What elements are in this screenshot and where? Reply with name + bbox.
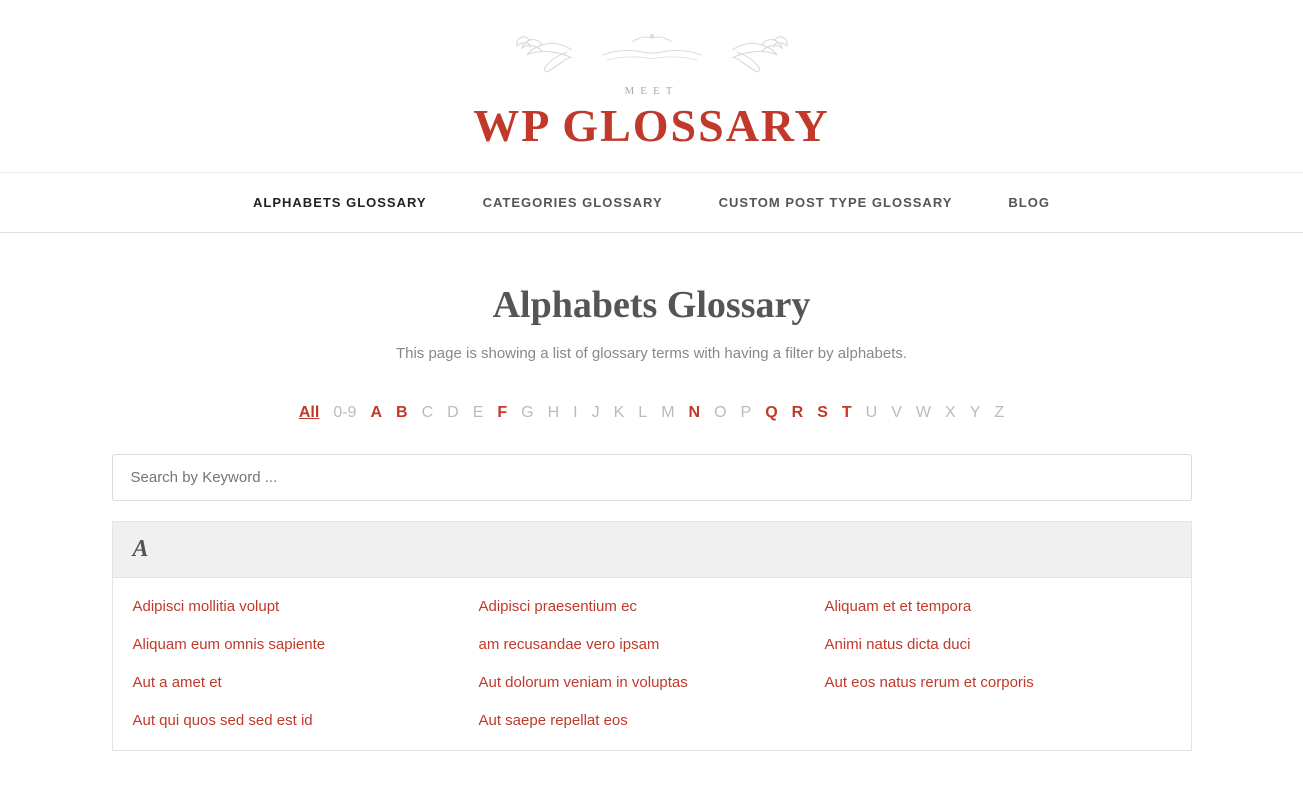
list-item: Aut a amet et <box>133 664 479 702</box>
alpha-link-S[interactable]: S <box>812 402 833 424</box>
term-link[interactable]: Animi natus dicta duci <box>825 636 971 653</box>
term-link[interactable]: Aliquam eum omnis sapiente <box>133 636 326 653</box>
alpha-link-V[interactable]: V <box>886 402 907 424</box>
list-item: Aut saepe repellat eos <box>479 702 825 740</box>
alpha-link-B[interactable]: B <box>391 402 413 424</box>
alphabet-filter: All0-9ABCDEFGHIJKLMNOPQRSTUVWXYZ <box>112 402 1192 424</box>
alpha-link-D[interactable]: D <box>442 402 464 424</box>
section-letter-A: A <box>133 536 149 562</box>
alpha-link-T[interactable]: T <box>837 402 857 424</box>
logo-meet-text: MEET <box>20 85 1283 97</box>
term-link[interactable]: Aut saepe repellat eos <box>479 712 628 729</box>
alpha-link-Q[interactable]: Q <box>760 402 782 424</box>
alpha-link-U[interactable]: U <box>861 402 883 424</box>
nav-item-custom-post[interactable]: CUSTOM POST TYPE GLOSSARY <box>691 173 981 232</box>
alpha-link-W[interactable]: W <box>911 402 936 424</box>
search-box <box>112 454 1192 501</box>
page-title: Alphabets Glossary <box>112 283 1192 327</box>
list-item: Adipisci mollitia volupt <box>133 588 479 626</box>
logo-container: MEET WP GLOSSARY <box>20 30 1283 152</box>
section-header-A: A <box>112 521 1192 578</box>
alpha-link-G[interactable]: G <box>516 402 538 424</box>
nav-item-blog[interactable]: BLOG <box>980 173 1078 232</box>
alpha-link-I[interactable]: I <box>568 402 582 424</box>
alpha-link-All[interactable]: All <box>294 402 324 424</box>
nav-item-categories[interactable]: CATEGORIES GLOSSARY <box>455 173 691 232</box>
alpha-link-R[interactable]: R <box>787 402 809 424</box>
list-item: am recusandae vero ipsam <box>479 626 825 664</box>
alpha-link-F[interactable]: F <box>492 402 512 424</box>
list-item: Aliquam eum omnis sapiente <box>133 626 479 664</box>
alpha-link-A[interactable]: A <box>365 402 387 424</box>
term-link[interactable]: Aut eos natus rerum et corporis <box>825 674 1034 691</box>
page-subtitle: This page is showing a list of glossary … <box>112 345 1192 362</box>
main-nav: ALPHABETS GLOSSARYCATEGORIES GLOSSARYCUS… <box>0 173 1303 233</box>
alpha-link-P[interactable]: P <box>736 402 757 424</box>
alpha-link-E[interactable]: E <box>468 402 489 424</box>
list-item <box>825 702 1171 740</box>
terms-grid-A: Adipisci mollitia volupt Adipisci praesen… <box>112 578 1192 751</box>
list-item: Animi natus dicta duci <box>825 626 1171 664</box>
logo-text: WP GLOSSARY <box>20 99 1283 152</box>
term-link[interactable]: Aliquam et et tempora <box>825 598 972 615</box>
term-link[interactable]: am recusandae vero ipsam <box>479 636 660 653</box>
list-item: Aut qui quos sed sed est id <box>133 702 479 740</box>
term-link[interactable]: Aut a amet et <box>133 674 222 691</box>
alpha-link-C[interactable]: C <box>417 402 439 424</box>
nav-item-alphabets[interactable]: ALPHABETS GLOSSARY <box>225 173 455 232</box>
list-item: Aut eos natus rerum et corporis <box>825 664 1171 702</box>
term-link[interactable]: Aut qui quos sed sed est id <box>133 712 313 729</box>
alpha-link-M[interactable]: M <box>656 402 679 424</box>
alpha-link-Y[interactable]: Y <box>965 402 986 424</box>
list-item: Aliquam et et tempora <box>825 588 1171 626</box>
term-link[interactable]: Adipisci mollitia volupt <box>133 598 280 615</box>
alpha-link-L[interactable]: L <box>633 402 652 424</box>
search-input[interactable] <box>112 454 1192 501</box>
alpha-link-X[interactable]: X <box>940 402 961 424</box>
alpha-link-H[interactable]: H <box>543 402 565 424</box>
site-header: MEET WP GLOSSARY <box>0 0 1303 173</box>
glossary-sections: A Adipisci mollitia volupt Adipisci praese… <box>112 521 1192 751</box>
alpha-link-K[interactable]: K <box>609 402 630 424</box>
term-link[interactable]: Adipisci praesentium ec <box>479 598 637 615</box>
main-content: Alphabets Glossary This page is showing … <box>52 233 1252 791</box>
term-link[interactable]: Aut dolorum veniam in voluptas <box>479 674 688 691</box>
list-item: Aut dolorum veniam in voluptas <box>479 664 825 702</box>
alpha-link-J[interactable]: J <box>587 402 605 424</box>
alpha-link-O[interactable]: O <box>709 402 731 424</box>
alpha-link-Z[interactable]: Z <box>989 402 1009 424</box>
nav-list: ALPHABETS GLOSSARYCATEGORIES GLOSSARYCUS… <box>40 173 1263 232</box>
list-item: Adipisci praesentium ec <box>479 588 825 626</box>
alpha-link-0-9[interactable]: 0-9 <box>328 402 361 424</box>
alpha-link-N[interactable]: N <box>684 402 706 424</box>
